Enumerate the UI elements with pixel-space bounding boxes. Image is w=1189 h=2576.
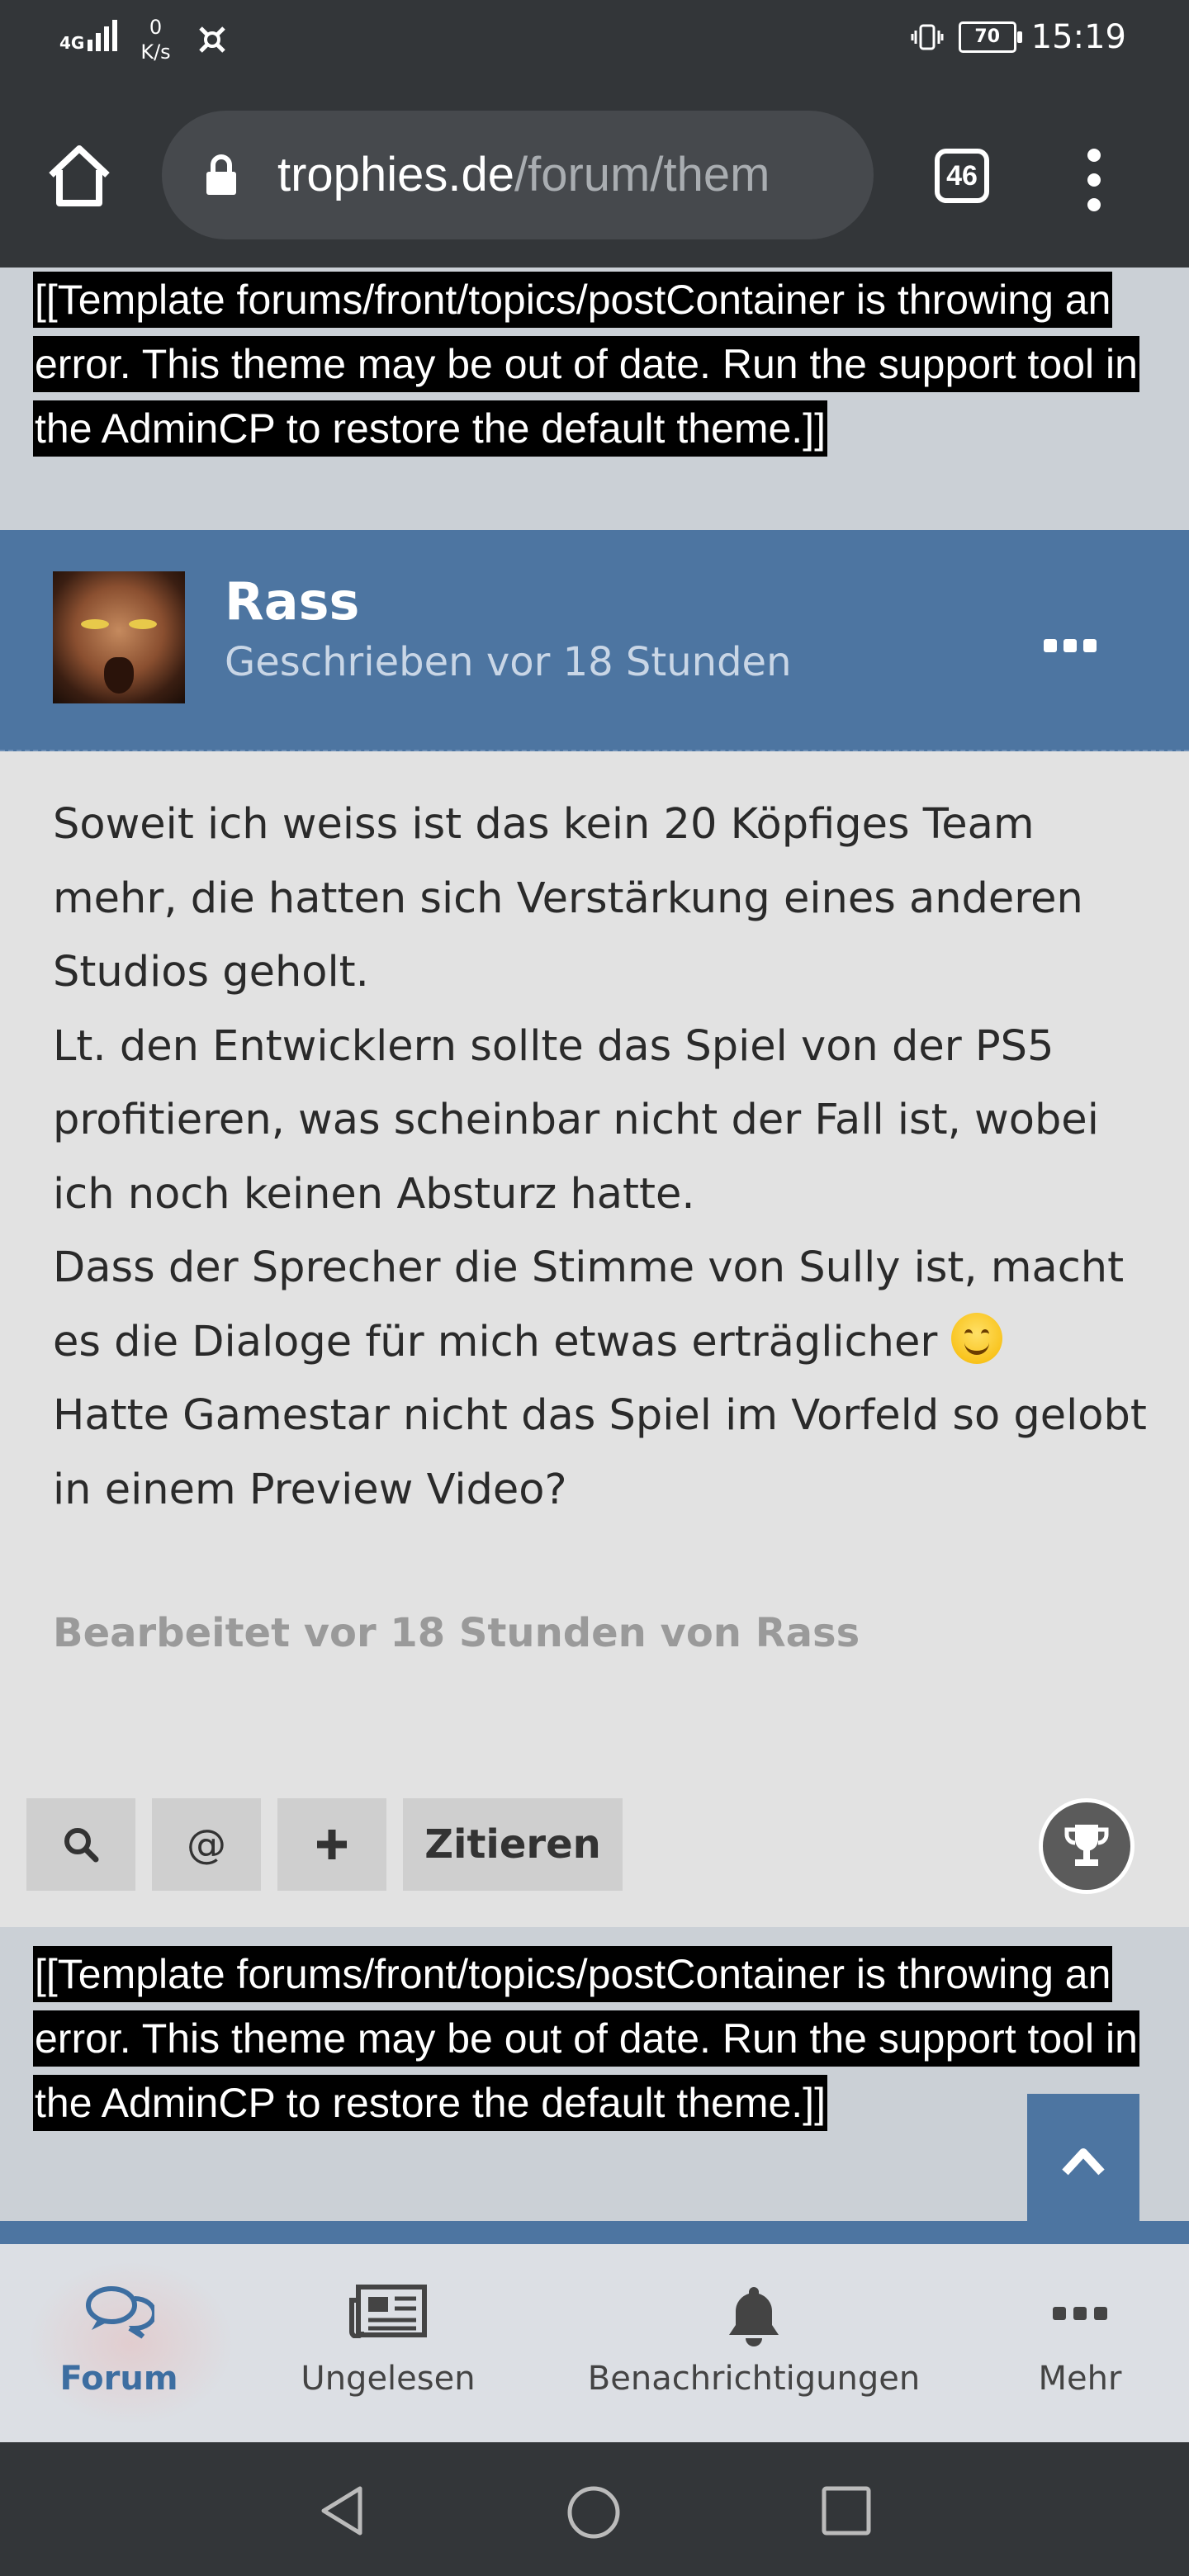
avatar[interactable] (53, 571, 185, 703)
back-icon[interactable] (317, 2484, 367, 2538)
nav-item-unread[interactable]: Ungelesen (289, 2244, 487, 2442)
home-circle-icon[interactable] (565, 2484, 623, 2541)
newspaper-icon (349, 2285, 427, 2338)
clock: 15:19 (1030, 18, 1126, 56)
system-navigation-bar (0, 2442, 1189, 2576)
nav-item-more[interactable]: Mehr (997, 2244, 1163, 2442)
post-paragraph: Lt. den Entwicklern sollte das Spiel von… (53, 1021, 1099, 1219)
post-content: Soweit ich weiss ist das kein 20 Köpfige… (53, 788, 1151, 1527)
trophy-icon (1064, 1825, 1109, 1866)
nav-item-forum[interactable]: Forum (20, 2244, 234, 2442)
vibrate-icon (911, 24, 944, 50)
signal-indicator: 4G (59, 15, 118, 53)
signal-bars-icon (88, 15, 118, 51)
post-options-icon[interactable] (1044, 639, 1097, 652)
post-paragraph: Dass der Sprecher die Stimme von Sully i… (53, 1243, 1125, 1366)
template-error-banner: [[Template forums/front/topics/postConta… (0, 268, 1189, 530)
search-button[interactable] (26, 1798, 135, 1891)
next-post-header-edge (0, 2221, 1189, 2244)
status-bar: 4G 0 K/s 70 15:19 (0, 0, 1189, 83)
forum-icon (86, 2286, 154, 2339)
search-icon (64, 1828, 99, 1863)
post-paragraph: Hatte Gamestar nicht das Spiel im Vorfel… (53, 1391, 1147, 1514)
lock-icon (206, 154, 236, 195)
bell-icon (729, 2287, 779, 2346)
smiley-icon (950, 1312, 1002, 1364)
template-error-text: [[Template forums/front/topics/postConta… (33, 268, 1139, 461)
recents-icon[interactable] (821, 2485, 872, 2536)
scroll-to-top-button[interactable] (1027, 2094, 1139, 2228)
chevron-up-icon (1062, 2148, 1105, 2176)
trophy-button[interactable] (1039, 1798, 1135, 1894)
add-button[interactable] (277, 1798, 386, 1891)
post-author[interactable]: Rass (225, 571, 359, 632)
url-domain: trophies.de (277, 148, 514, 201)
template-error-text: [[Template forums/front/topics/postConta… (33, 1942, 1139, 2135)
edited-note: Bearbeitet vor 18 Stunden von Rass (53, 1610, 860, 1656)
mention-button[interactable]: @ (152, 1798, 261, 1891)
post-timestamp: Geschrieben vor 18 Stunden (225, 639, 792, 685)
url-text: trophies.de/forum/them (277, 147, 770, 203)
post-paragraph: Soweit ich weiss ist das kein 20 Köpfige… (53, 800, 1083, 997)
url-path: /forum/them (514, 148, 770, 201)
post-actions: @ Zitieren (26, 1798, 623, 1891)
bottom-navigation: Forum Ungelesen Benachrichtigungen Mehr (0, 2244, 1189, 2442)
tab-switcher-button[interactable]: 46 (935, 149, 989, 203)
address-bar[interactable]: trophies.de/forum/them (162, 111, 874, 239)
more-icon (1053, 2307, 1107, 2320)
network-speed: 0 K/s (140, 16, 171, 64)
template-error-banner: [[Template forums/front/topics/postConta… (0, 1927, 1189, 2221)
plus-icon (317, 1830, 347, 1859)
quote-button[interactable]: Zitieren (403, 1798, 623, 1891)
network-type: 4G (59, 33, 85, 53)
battery-icon: 70 (958, 21, 1022, 53)
browser-menu-icon[interactable] (1082, 144, 1106, 211)
nav-item-notifications[interactable]: Benachrichtigungen (585, 2244, 923, 2442)
post-header: Rass Geschrieben vor 18 Stunden (0, 530, 1189, 751)
app-notification-icon (198, 26, 225, 53)
home-icon[interactable] (45, 140, 114, 210)
browser-toolbar: trophies.de/forum/them 46 (0, 83, 1189, 268)
